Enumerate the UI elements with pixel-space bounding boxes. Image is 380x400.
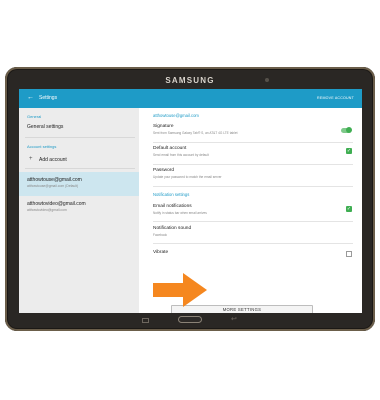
general-settings-item[interactable]: General settings <box>19 120 139 134</box>
divider <box>25 168 135 169</box>
password-title: Password <box>153 168 175 173</box>
home-button[interactable] <box>178 316 202 323</box>
default-account-row[interactable]: Default account Send email from this acc… <box>145 143 353 163</box>
account-item[interactable]: atthowtovideo@gmail.com atthowtovideo@gm… <box>19 198 139 218</box>
password-sub: Update your password to match the email … <box>153 175 222 179</box>
vibrate-title: Vibrate <box>153 250 169 255</box>
notification-sound-row[interactable]: Notification sound Facebook <box>145 222 353 242</box>
notification-sound-title: Notification sound <box>153 226 192 231</box>
signature-row[interactable]: Signature Sent from Samsung Galaxy Tab® … <box>145 121 353 141</box>
account-item-selected[interactable]: atthowtouse@gmail.com atthowtouse@gmail.… <box>19 172 139 196</box>
general-settings-label: General settings <box>27 124 64 130</box>
remove-account-button[interactable]: REMOVE ACCOUNT <box>317 96 354 100</box>
general-header: General <box>27 114 42 119</box>
default-account-checkbox[interactable]: ✓ <box>346 148 352 154</box>
vibrate-checkbox[interactable] <box>346 251 352 257</box>
default-account-title: Default account <box>153 146 187 151</box>
email-notifications-sub: Notify in status bar when email arrives <box>153 211 207 215</box>
add-account-item[interactable]: + Add account <box>19 152 139 166</box>
recent-apps-icon[interactable] <box>142 318 149 323</box>
add-account-label: Add account <box>39 157 67 163</box>
camera-icon <box>265 78 269 82</box>
back-icon[interactable]: ↩ <box>231 315 237 323</box>
signature-toggle[interactable] <box>341 127 352 133</box>
account-sub: atthowtovideo@gmail.com <box>27 208 67 212</box>
page-title: Settings <box>39 95 58 101</box>
divider <box>25 137 135 138</box>
plus-icon: + <box>29 156 33 162</box>
email-notifications-title: Email notifications <box>153 204 192 209</box>
account-settings-header: Account settings <box>27 144 57 149</box>
vibrate-row[interactable]: Vibrate <box>145 245 353 259</box>
action-bar: ← Settings REMOVE ACCOUNT <box>19 89 362 108</box>
email-notifications-checkbox[interactable]: ✓ <box>346 206 352 212</box>
password-row[interactable]: Password Update your password to match t… <box>145 165 353 185</box>
notification-settings-header: Notification settings <box>153 192 190 197</box>
account-email-header: atthowtouse@gmail.com <box>153 113 199 118</box>
email-notifications-row[interactable]: Email notifications Notify in status bar… <box>145 200 353 220</box>
brand-logo: SAMSUNG <box>165 76 215 85</box>
divider <box>153 243 353 244</box>
settings-sidebar: General General settings Account setting… <box>19 108 139 313</box>
signature-title: Signature <box>153 124 174 129</box>
pointer-arrow-icon <box>153 273 207 307</box>
notification-sound-sub: Facebook <box>153 233 167 237</box>
back-arrow-icon[interactable]: ← <box>27 94 34 101</box>
signature-sub: Sent from Samsung Galaxy Tab® S, an AT&T… <box>153 131 238 135</box>
divider <box>153 186 353 187</box>
account-email: atthowtouse@gmail.com <box>27 177 82 183</box>
default-account-sub: Send email from this account by default <box>153 153 209 157</box>
account-email: atthowtovideo@gmail.com <box>27 201 86 207</box>
account-sub: atthowtouse@gmail.com (Default) <box>27 184 79 188</box>
